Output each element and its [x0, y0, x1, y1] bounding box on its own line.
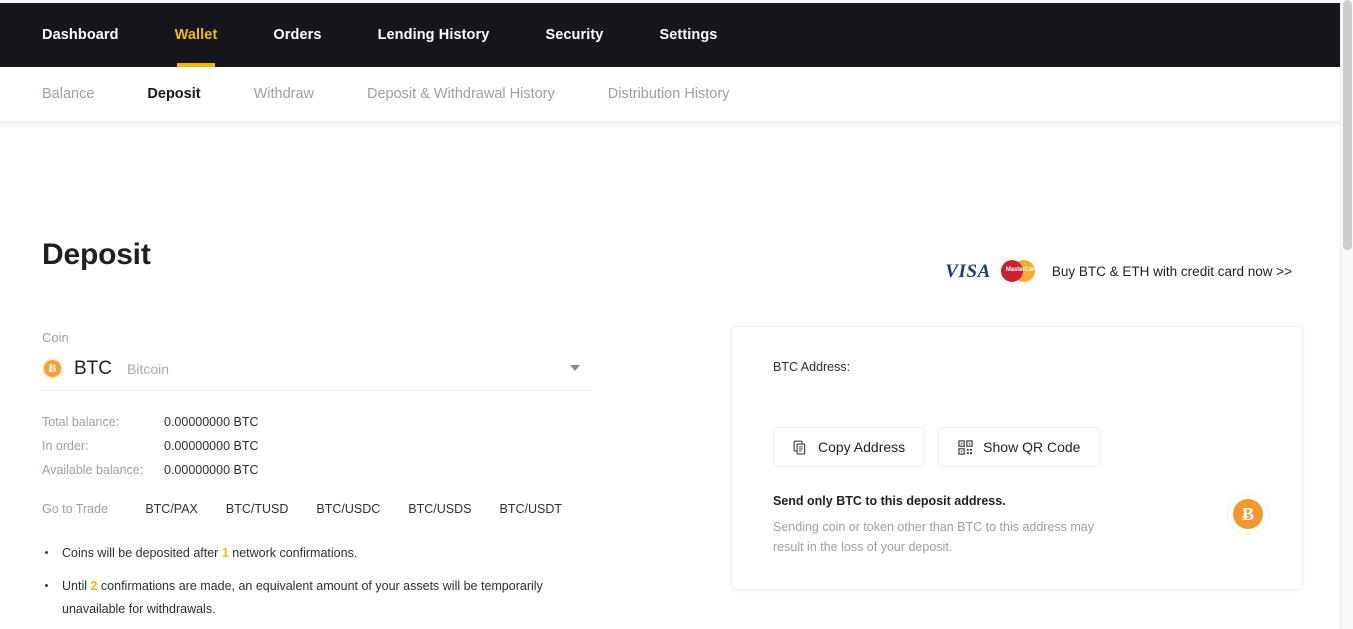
- balance-value: 0.00000000 BTC: [164, 439, 259, 453]
- deposit-address-card: BTC Address: Copy Address Show QR Code S…: [731, 326, 1303, 590]
- coin-symbol: BTC: [74, 357, 112, 379]
- mastercard-logo: MasterCard: [1000, 258, 1044, 284]
- deposit-note: Until 2 confirmations are made, an equiv…: [42, 575, 552, 621]
- bitcoin-icon: Ƀ: [1233, 499, 1263, 529]
- balance-label: Total balance:: [42, 415, 120, 429]
- note-highlight: 1: [221, 546, 229, 560]
- note-text-before: Coins will be deposited after: [62, 546, 222, 560]
- page-content: Deposit VISA MasterCard Buy BTC & ETH wi…: [0, 128, 1340, 629]
- balance-value: 0.00000000 BTC: [164, 415, 259, 429]
- coin-select[interactable]: Ƀ BTC Bitcoin: [42, 357, 590, 391]
- copy-address-button[interactable]: Copy Address: [773, 427, 926, 467]
- buy-crypto-text: Buy BTC & ETH with credit card now >>: [1051, 263, 1292, 279]
- go-to-trade-row: Go to Trade BTC/PAX BTC/TUSD BTC/USDC BT…: [42, 502, 590, 516]
- sub-nav-item-distribution-history[interactable]: Distribution History: [608, 86, 730, 102]
- trade-pair-link[interactable]: BTC/USDS: [408, 502, 471, 516]
- buy-crypto-credit-card-banner[interactable]: VISA MasterCard Buy BTC & ETH with credi…: [945, 258, 1292, 284]
- note-text-after: network confirmations.: [228, 546, 358, 560]
- sub-nav-item-deposit[interactable]: Deposit: [147, 86, 200, 102]
- note-text-after: confirmations are made, an equivalent am…: [62, 579, 543, 617]
- nav-item-settings[interactable]: Settings: [659, 3, 717, 67]
- address-label: BTC Address:: [773, 360, 851, 374]
- deposit-notes: Coins will be deposited after 1 network …: [42, 542, 590, 621]
- nav-label: Settings: [659, 27, 718, 43]
- balance-row-total: Total balance: 0.00000000 BTC: [42, 410, 590, 434]
- trade-pair-link[interactable]: BTC/PAX: [145, 502, 198, 516]
- nav-label: Orders: [273, 27, 322, 43]
- wallet-sub-navigation: Balance Deposit Withdraw Deposit & Withd…: [0, 67, 1340, 121]
- balance-label: Available balance:: [42, 463, 144, 477]
- sub-nav-divider: [0, 121, 1340, 128]
- nav-label: Security: [545, 27, 604, 43]
- nav-item-wallet[interactable]: Wallet: [175, 3, 218, 67]
- go-to-trade-label: Go to Trade: [42, 502, 109, 516]
- balance-value: 0.00000000 BTC: [164, 463, 259, 477]
- nav-label: Dashboard: [42, 27, 119, 43]
- show-qr-code-label: Show QR Code: [983, 439, 1081, 455]
- chevron-down-icon[interactable]: [570, 365, 580, 371]
- balance-row-in-order: In order: 0.00000000 BTC: [42, 434, 590, 458]
- nav-item-security[interactable]: Security: [545, 3, 603, 67]
- address-actions: Copy Address Show QR Code: [773, 427, 1101, 467]
- coin-name: Bitcoin: [127, 360, 170, 377]
- bullet-icon: [45, 551, 48, 554]
- nav-item-orders[interactable]: Orders: [273, 3, 321, 67]
- qr-code-icon: [958, 439, 973, 455]
- balance-summary: Total balance: 0.00000000 BTC In order: …: [42, 410, 590, 482]
- page-title: Deposit: [42, 238, 151, 271]
- visa-logo: VISA: [945, 260, 991, 282]
- nav-label: Lending History: [377, 27, 490, 43]
- deposit-page: Dashboard Wallet Orders Lending History …: [0, 0, 1353, 629]
- deposit-warning-title: Send only BTC to this deposit address.: [773, 494, 1006, 508]
- note-text-before: Until: [62, 579, 91, 594]
- deposit-note: Coins will be deposited after 1 network …: [42, 542, 552, 565]
- page-scrollbar[interactable]: [1340, 0, 1353, 629]
- nav-item-lending-history[interactable]: Lending History: [378, 3, 490, 67]
- trade-pair-link[interactable]: BTC/USDT: [500, 502, 563, 516]
- trade-pair-link[interactable]: BTC/USDC: [316, 502, 380, 516]
- copy-address-label: Copy Address: [818, 439, 906, 455]
- balance-row-available: Available balance: 0.00000000 BTC: [42, 458, 590, 482]
- copy-icon: [793, 440, 806, 454]
- sub-nav-item-deposit-withdrawal-history[interactable]: Deposit & Withdrawal History: [367, 86, 555, 102]
- card-bitcoin-badge: Ƀ: [1227, 493, 1269, 535]
- bitcoin-icon: Ƀ: [42, 358, 63, 379]
- bullet-icon: [45, 584, 48, 588]
- scrollbar-thumb[interactable]: [1343, 0, 1352, 250]
- deposit-left-column: Coin Ƀ BTC Bitcoin Total balance: 0.0000…: [42, 330, 590, 629]
- deposit-warning-body: Sending coin or token other than BTC to …: [773, 520, 1095, 555]
- coin-field-label: Coin: [42, 330, 69, 345]
- balance-label: In order:: [42, 439, 89, 453]
- sub-nav-item-balance[interactable]: Balance: [42, 86, 94, 102]
- main-navigation: Dashboard Wallet Orders Lending History …: [0, 3, 1340, 67]
- show-qr-code-button[interactable]: Show QR Code: [938, 427, 1101, 467]
- sub-nav-item-withdraw[interactable]: Withdraw: [254, 86, 314, 102]
- nav-item-dashboard[interactable]: Dashboard: [42, 3, 119, 67]
- nav-label: Wallet: [174, 27, 218, 43]
- trade-pair-link[interactable]: BTC/TUSD: [226, 502, 289, 516]
- mastercard-label: MasterCard: [1005, 267, 1038, 273]
